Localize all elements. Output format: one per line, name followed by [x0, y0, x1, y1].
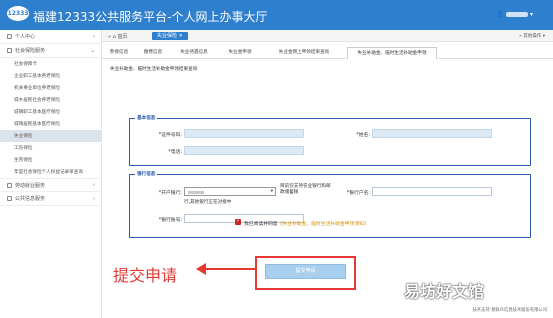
tab-subsidy-apply[interactable]: 失业补助金、临时生活补助金申领	[347, 47, 437, 59]
phone-field[interactable]	[184, 146, 304, 155]
name-label: *姓名:	[356, 133, 370, 138]
sidebar-group-social-insurance[interactable]: 社会保险服务 ⌄	[0, 44, 101, 58]
tab-payment-info[interactable]: 缴费信息	[138, 47, 168, 59]
username-redacted	[506, 12, 529, 17]
agreement-prefix: 我已阅读并同意	[244, 222, 278, 227]
chevron-down-icon: ▾	[270, 189, 273, 194]
sidebar-item-resident-pension[interactable]: 城乡居民社会养老保险	[0, 94, 101, 106]
tab-benefit-apply[interactable]: 失业金申领	[220, 47, 260, 59]
breadcrumb-home-label: 首页	[117, 34, 128, 40]
breadcrumb: « ⌂ 首页 失业保险 ✕ » 其他操作 ▾	[102, 30, 553, 42]
sidebar-group-label: 劳动就业服务	[15, 182, 46, 189]
tab-subsidy-result-query[interactable]: 失业补助金、临时生活补助金申领结果查询	[110, 66, 197, 72]
account-holder-field[interactable]	[372, 187, 492, 196]
sidebar-group-public-info[interactable]: 公共信息服务 ‹	[0, 192, 101, 206]
user-icon: 👤	[496, 11, 505, 18]
sidebar-group-personal[interactable]: 个人中心 ‹	[0, 30, 101, 44]
sidebar-group-label: 个人中心	[15, 34, 36, 40]
briefcase-icon	[7, 182, 12, 188]
bank-label: *开户银行:	[158, 191, 182, 196]
account-holder-label: *银行户名:	[346, 191, 370, 196]
account-number-label: *银行账号:	[158, 218, 182, 223]
sidebar-group-employment[interactable]: 劳动就业服务 ‹	[0, 178, 101, 192]
footer-credit: 技术支持:易联众信息技术股份有限公司	[472, 308, 548, 313]
sidebar-item-enterprise-pension[interactable]: 企业职工基本养老保险	[0, 70, 101, 82]
person-icon	[7, 34, 12, 39]
tab-chip-label: 失业保险	[157, 33, 178, 39]
name-field[interactable]	[372, 129, 492, 138]
sidebar-item-unemployment[interactable]: 失业保险	[0, 130, 101, 142]
sidebar: 个人中心 ‹ 社会保险服务 ⌄ 社会保障卡 企业职工基本养老保险 机关事业单位养…	[0, 30, 102, 318]
tab-chip-unemployment[interactable]: 失业保险 ✕	[152, 32, 188, 40]
chevron-down-icon: ▾	[529, 11, 533, 18]
chevron-left-icon: ‹	[93, 195, 95, 202]
sidebar-item-social-card[interactable]: 社会保障卡	[0, 58, 101, 70]
bank-info-panel: 银行信息 *开户银行: ▾ 目前仅支持农业银行和邮政储蓄银 行,其他银行正在对接…	[129, 171, 531, 238]
bank-pending-note: 行,其他银行正在对接中	[184, 200, 232, 205]
bank-selected-value	[188, 190, 204, 194]
home-icon: ⌂	[112, 34, 116, 40]
annotation-text: 提交申请	[113, 266, 178, 285]
sidebar-item-maternity[interactable]: 生育保险	[0, 154, 101, 166]
tab-benefit-info[interactable]: 失业待遇信息	[172, 47, 216, 59]
agreement-text: 我已阅读并同意《失业补助金、临时生活补助金申领须知》	[244, 220, 369, 227]
top-bar: 12333 福建12333公共服务平台-个人网上办事大厅 👤 ▾	[0, 0, 553, 30]
function-tabs: 参保信息 缴费信息 失业待遇信息 失业金申领 失业金网上申领结果查询 失业补助金…	[102, 47, 553, 59]
watermark: 易坊好文馆	[404, 282, 485, 301]
phone-label: *电话:	[168, 150, 182, 155]
shield-icon	[7, 48, 12, 53]
user-menu[interactable]: 👤 ▾	[497, 11, 533, 18]
tab-apply-result-query[interactable]: 失业金网上申领结果查询	[264, 47, 344, 59]
submit-button[interactable]: 提交申请	[265, 264, 346, 279]
sidebar-item-resident-medical[interactable]: 城镇居民基本医疗保险	[0, 118, 101, 130]
info-icon	[7, 196, 12, 201]
bank-select[interactable]: ▾	[184, 187, 276, 196]
brand-logo: 12333	[7, 6, 29, 21]
other-actions-dropdown[interactable]: » 其他操作 ▾	[519, 33, 545, 39]
agree-checkbox[interactable]: ✓	[235, 219, 241, 225]
chevron-down-icon: ⌄	[90, 47, 95, 54]
other-actions-label: 其他操作	[523, 34, 542, 39]
app-title: 福建12333公共服务平台-个人网上办事大厅	[33, 10, 268, 24]
sidebar-group-label: 公共信息服务	[15, 196, 46, 202]
close-icon[interactable]: ✕	[179, 33, 183, 39]
chevron-left-icon: ‹	[93, 33, 95, 40]
sidebar-item-annual-record[interactable]: 年度社会保险个人权益记录单查询	[0, 166, 101, 178]
id-number-label: *证件号码:	[158, 133, 182, 138]
sidebar-group-label: 社会保险服务	[15, 48, 46, 54]
tab-enrollment-info[interactable]: 参保信息	[104, 47, 134, 59]
sidebar-item-work-injury[interactable]: 工伤保险	[0, 142, 101, 154]
panel-title: 银行信息	[135, 171, 158, 177]
chevron-left-icon: ‹	[93, 182, 95, 188]
basic-info-panel: 基本信息 *证件号码: *姓名: *电话:	[129, 115, 531, 166]
agreement-link[interactable]: 《失业补助金、临时生活补助金申领须知》	[278, 222, 369, 227]
panel-title: 基本信息	[135, 115, 158, 121]
breadcrumb-home[interactable]: « ⌂ 首页	[108, 33, 127, 40]
sidebar-item-institution-pension[interactable]: 机关事业单位养老保险	[0, 82, 101, 94]
sidebar-item-employee-medical[interactable]: 城镇职工基本医疗保险	[0, 106, 101, 118]
arrow-icon	[196, 263, 256, 275]
id-number-field[interactable]	[184, 129, 304, 138]
